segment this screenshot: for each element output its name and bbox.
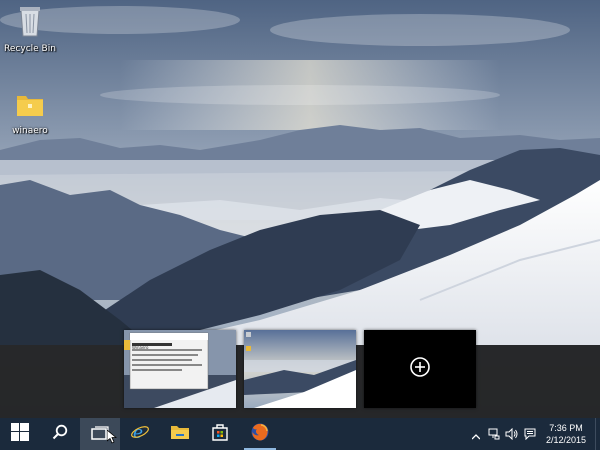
desktop-icon-recycle-bin[interactable]: Recycle Bin — [0, 4, 60, 55]
store-button[interactable] — [200, 418, 240, 450]
file-explorer-button[interactable] — [160, 418, 200, 450]
search-icon — [52, 424, 68, 444]
windows-logo-icon — [11, 423, 29, 445]
system-tray: 7:36 PM 2/12/2015 — [467, 418, 600, 450]
clock-time: 7:36 PM — [549, 423, 583, 433]
network-icon — [488, 425, 500, 444]
show-desktop-button[interactable] — [595, 418, 600, 450]
new-desktop-button[interactable] — [364, 330, 476, 408]
clock[interactable]: 7:36 PM 2/12/2015 — [539, 422, 593, 446]
window-title: Winaero — [132, 345, 149, 350]
search-button[interactable] — [40, 418, 80, 450]
internet-explorer-button[interactable]: e — [120, 418, 160, 450]
show-hidden-icons-button[interactable] — [467, 418, 485, 450]
desktop-2-preview — [244, 330, 356, 408]
taskbar: e 7:36 PM 2/12/2015 — [0, 418, 600, 450]
store-icon — [211, 423, 229, 445]
desktop-icon-label: Recycle Bin — [4, 44, 56, 54]
desktop-1-preview — [124, 330, 236, 408]
action-center-icon — [524, 425, 536, 444]
mouse-cursor-icon — [107, 430, 117, 444]
firefox-button[interactable] — [240, 418, 280, 450]
svg-text:e: e — [133, 423, 143, 442]
folder-icon — [0, 88, 60, 124]
plus-circle-icon — [409, 356, 431, 382]
internet-explorer-icon: e — [130, 422, 150, 446]
folder-icon — [170, 423, 190, 445]
start-button[interactable] — [0, 418, 40, 450]
firefox-icon — [250, 422, 270, 446]
desktop-icon-label: winaero — [12, 126, 48, 136]
desktop-icon-winaero[interactable]: winaero — [0, 88, 60, 137]
network-button[interactable] — [485, 418, 503, 450]
volume-button[interactable] — [503, 418, 521, 450]
action-center-button[interactable] — [521, 418, 539, 450]
clock-date: 2/12/2015 — [545, 435, 587, 445]
volume-icon — [505, 425, 519, 444]
recycle-bin-icon — [0, 4, 60, 42]
virtual-desktop-thumbnail-2[interactable] — [244, 330, 356, 408]
virtual-desktop-thumbnail-1[interactable]: Winaero — [124, 330, 236, 408]
chevron-up-icon — [471, 425, 481, 444]
